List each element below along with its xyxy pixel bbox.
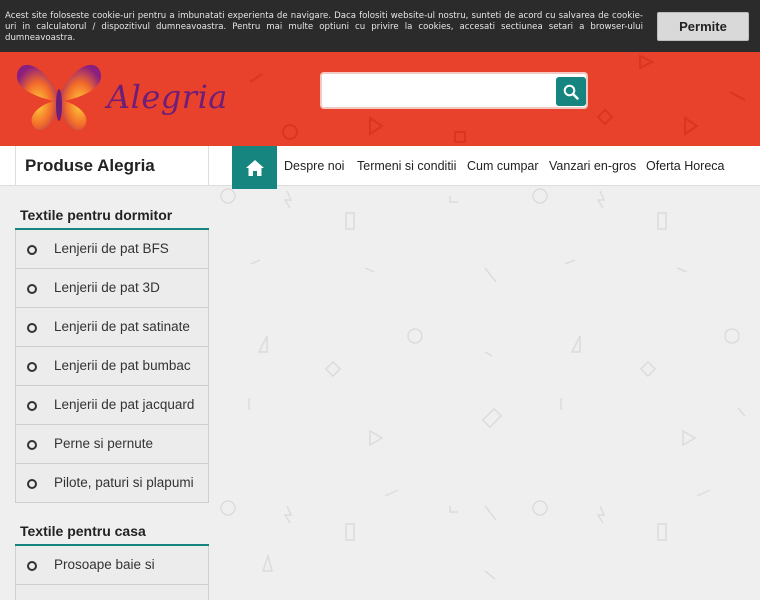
cookie-notice-text: Acest site foloseste cookie-uri pentru a… (5, 11, 643, 43)
menu-item-label: Prosoape baie si (54, 557, 155, 572)
category-list-dormitor: Lenjerii de pat BFS Lenjerii de pat 3D L… (15, 230, 209, 503)
search-icon (563, 84, 579, 100)
menu-item-label: Lenjerii de pat 3D (54, 280, 160, 295)
home-icon (245, 159, 264, 176)
menu-item-perne[interactable]: Perne si pernute (16, 425, 208, 464)
menu-item-lenjerii-bfs[interactable]: Lenjerii de pat BFS (16, 230, 208, 269)
nav-despre-noi[interactable]: Despre noi (284, 146, 344, 186)
search-input[interactable] (328, 79, 550, 103)
logo-text: Alegria (107, 78, 228, 116)
nav-vanzari-en-gros[interactable]: Vanzari en-gros (549, 146, 636, 186)
menu-item-prosoape[interactable]: Prosoape baie si (16, 546, 208, 585)
bullet-circle-icon (27, 284, 37, 294)
bullet-circle-icon (27, 323, 37, 333)
menu-item-pilote[interactable]: Pilote, paturi si plapumi (16, 464, 208, 503)
menu-item-label: Pilote, paturi si plapumi (54, 475, 194, 490)
home-button[interactable] (232, 146, 277, 189)
menu-item-lenjerii-3d[interactable]: Lenjerii de pat 3D (16, 269, 208, 308)
menu-item-label: Lenjerii de pat bumbac (54, 358, 191, 373)
nav-oferta-horeca[interactable]: Oferta Horeca (646, 146, 725, 186)
bullet-circle-icon (27, 479, 37, 489)
category-list-casa: Prosoape baie si (15, 546, 209, 600)
main-navbar: Produse Alegria Despre noi Termeni si co… (0, 146, 760, 189)
menu-item-label: Lenjerii de pat BFS (54, 241, 169, 256)
menu-item-lenjerii-satinate[interactable]: Lenjerii de pat satinate (16, 308, 208, 347)
menu-item-label: Perne si pernute (54, 436, 154, 451)
menu-item-lenjerii-jacquard[interactable]: Lenjerii de pat jacquard (16, 386, 208, 425)
bullet-circle-icon (27, 245, 37, 255)
nav-termeni-si-conditii[interactable]: Termeni si conditii (357, 146, 456, 186)
search-box (320, 72, 588, 109)
menu-item-lenjerii-bumbac[interactable]: Lenjerii de pat bumbac (16, 347, 208, 386)
cookie-accept-button[interactable]: Permite (657, 12, 749, 41)
bullet-circle-icon (27, 561, 37, 571)
menu-item-label: Lenjerii de pat jacquard (54, 397, 195, 412)
bullet-circle-icon (27, 440, 37, 450)
butterfly-logo-icon (16, 64, 102, 131)
alegria-logo[interactable]: Alegria (14, 57, 227, 135)
menu-item-next[interactable] (16, 585, 208, 600)
background-pattern (220, 188, 746, 580)
products-title[interactable]: Produse Alegria (15, 146, 209, 186)
nav-cum-cumpar[interactable]: Cum cumpar (467, 146, 539, 186)
search-button[interactable] (556, 77, 586, 106)
site-header: Alegria (0, 52, 760, 146)
bullet-circle-icon (27, 401, 37, 411)
menu-item-label: Lenjerii de pat satinate (54, 319, 190, 334)
category-title-casa: Textile pentru casa (20, 523, 146, 539)
cookie-bar: Acest site foloseste cookie-uri pentru a… (0, 0, 760, 52)
category-title-dormitor: Textile pentru dormitor (20, 207, 173, 223)
bullet-circle-icon (27, 362, 37, 372)
